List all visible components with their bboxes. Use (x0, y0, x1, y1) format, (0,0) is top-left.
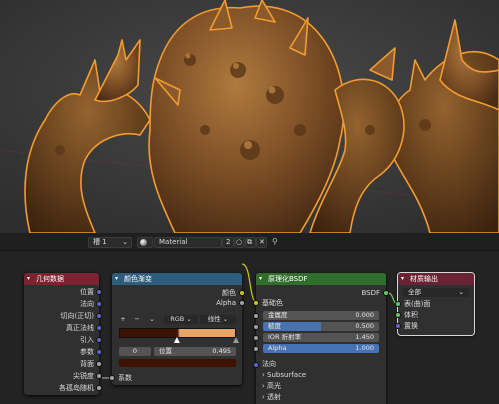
displacement-input: 置换 (404, 322, 418, 330)
collapse-icon[interactable]: ▾ (401, 273, 404, 285)
principled-bsdf-node-title: 原理化BSDF (268, 275, 308, 283)
metallic-label: 金属度 (268, 311, 288, 319)
specular-panel[interactable]: › 高光 (262, 381, 281, 391)
stop-position-field[interactable]: 位置 0.495 (154, 347, 236, 356)
geometry-output-4: 引入 (80, 336, 94, 344)
color-ramp-node-header[interactable]: ▾ 颜色渐变 (112, 273, 242, 285)
geometry-output-socket[interactable] (96, 385, 102, 391)
geometry-output-3: 真正法线 (66, 324, 94, 332)
sculpted-creature-render (0, 0, 499, 233)
color-ramp-output-alpha: Alpha (216, 299, 236, 307)
stop-position-label: 位置 (159, 347, 172, 355)
interpolation-value: 线性 (207, 315, 221, 323)
volume-input-socket[interactable] (395, 312, 401, 318)
color-ramp-gradient[interactable] (119, 328, 236, 338)
transmission-panel[interactable]: › 透射 (262, 392, 281, 402)
geometry-output-socket[interactable] (96, 349, 102, 355)
alpha-value: 1.000 (355, 344, 374, 352)
stop-index-value: 0 (132, 347, 138, 355)
alpha-field[interactable]: Alpha 1.000 (263, 344, 379, 353)
geometry-output-2: 切向(正切) (60, 312, 94, 320)
geometry-node-header[interactable]: ▾ 几何数据 (24, 273, 99, 285)
collapse-icon[interactable]: ▾ (27, 273, 30, 285)
geometry-output-0: 位置 (80, 288, 94, 296)
bsdf-output-socket[interactable] (383, 290, 389, 296)
bsdf-output-label: BSDF (361, 289, 380, 297)
principled-bsdf-node-header[interactable]: ▾ 原理化BSDF (256, 273, 386, 285)
3d-viewport[interactable] (0, 0, 499, 233)
surface-input-socket[interactable] (395, 301, 401, 307)
color-mode-value: RGB (170, 315, 185, 323)
output-target-select[interactable]: 全部 ⌄ (403, 288, 469, 297)
principled-bsdf-node[interactable]: ▾ 原理化BSDF BSDF 基础色 金属度 0.000 糙度 0.500 IO… (256, 273, 386, 404)
roughness-label: 糙度 (268, 322, 281, 330)
geometry-output-socket[interactable] (96, 373, 102, 379)
normal-input-socket[interactable] (253, 362, 259, 368)
geometry-output-socket[interactable] (96, 361, 102, 367)
stop-index-field[interactable]: 0 (119, 347, 151, 356)
base-color-input-socket[interactable] (253, 300, 259, 306)
color-ramp-output-color: 颜色 (222, 289, 236, 297)
geometry-output-socket[interactable] (96, 313, 102, 319)
metallic-value: 0.000 (355, 311, 374, 319)
specular-label: 高光 (267, 382, 282, 390)
color-ramp-input-factor: 系数 (118, 374, 132, 382)
chevron-down-icon: ⌄ (458, 288, 464, 296)
shader-node-editor[interactable]: 槽 1 ⌄ Material 2 ○ ⧉ ✕ ⚲ ▾ 几何数据 ▾ 颜色渐变 颜… (0, 233, 499, 404)
displacement-input-socket[interactable] (395, 323, 401, 329)
geometry-output-socket[interactable] (96, 325, 102, 331)
material-output-node-title: 材质输出 (410, 275, 438, 283)
metallic-field[interactable]: 金属度 0.000 (263, 311, 379, 320)
transmission-label: 透射 (267, 393, 282, 401)
ior-field[interactable]: IOR 折射率 1.450 (263, 333, 379, 342)
color-ramp-node-title: 颜色渐变 (124, 275, 152, 283)
subsurface-label: Subsurface (267, 371, 307, 379)
color-output-socket[interactable] (239, 290, 245, 296)
ior-input-socket[interactable] (253, 335, 259, 341)
output-target-value: 全部 (408, 288, 421, 296)
factor-input-socket[interactable] (109, 375, 115, 381)
roughness-value: 0.500 (355, 322, 374, 330)
volume-input: 体积 (404, 311, 418, 319)
collapse-icon[interactable]: ▾ (115, 273, 118, 285)
stop-position-value: 0.495 (212, 347, 231, 355)
alpha-input-socket[interactable] (253, 346, 259, 352)
metallic-input-socket[interactable] (253, 313, 259, 319)
ior-value: 1.450 (355, 333, 374, 341)
geometry-output-socket[interactable] (96, 301, 102, 307)
geometry-node-title: 几何数据 (36, 275, 64, 283)
add-stop-button[interactable]: + (118, 315, 128, 324)
alpha-label: Alpha (268, 344, 287, 352)
geometry-output-socket[interactable] (96, 337, 102, 343)
base-color-input: 基础色 (262, 299, 283, 307)
geometry-output-1: 法向 (80, 300, 94, 308)
subsurface-panel[interactable]: › Subsurface (262, 370, 306, 380)
surface-input: 表(曲)面 (404, 300, 431, 308)
roughness-input-socket[interactable] (253, 324, 259, 330)
geometry-output-6: 背面 (80, 360, 94, 368)
collapse-icon[interactable]: ▾ (259, 273, 262, 285)
material-output-node-header[interactable]: ▾ 材质输出 (398, 273, 474, 285)
roughness-field[interactable]: 糙度 0.500 (263, 322, 379, 331)
material-output-node[interactable]: ▾ 材质输出 全部 ⌄ 表(曲)面 体积 置换 (397, 272, 475, 336)
color-mode-select[interactable]: RGB ⌄ (164, 315, 198, 324)
geometry-output-socket[interactable] (96, 289, 102, 295)
geometry-output-8: 各孤岛随机 (59, 384, 94, 392)
chevron-down-icon[interactable]: ⌄ (147, 315, 157, 324)
color-ramp-node[interactable]: ▾ 颜色渐变 颜色 Alpha + − ⌄ RGB ⌄ 线性 ⌄ 0 位置 0.… (112, 273, 242, 385)
geometry-output-5: 参数 (80, 348, 94, 356)
interpolation-select[interactable]: 线性 ⌄ (200, 315, 236, 324)
geometry-output-7: 尖锐度 (73, 372, 94, 380)
stop-color-swatch[interactable] (119, 359, 236, 367)
alpha-output-socket[interactable] (239, 300, 245, 306)
remove-stop-button[interactable]: − (132, 315, 142, 324)
ior-label: IOR 折射率 (268, 333, 302, 341)
normal-input: 法向 (262, 360, 276, 368)
